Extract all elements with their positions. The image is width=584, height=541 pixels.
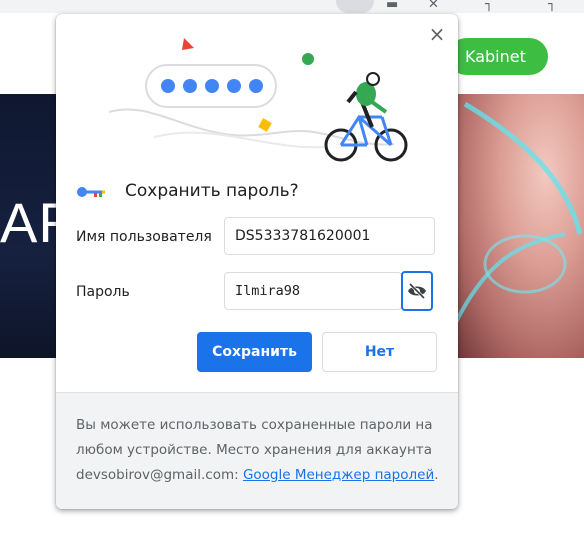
browser-close-window-icon[interactable]: ✕ (428, 0, 439, 12)
password-field[interactable]: Ilmira98 (224, 272, 402, 310)
password-label: Пароль (76, 284, 130, 300)
cabinet-button[interactable]: Kabinet (448, 38, 548, 75)
footer-period: . (434, 467, 439, 483)
username-label: Имя пользователя (76, 229, 212, 245)
browser-menu-icon[interactable]: ▬ (386, 0, 398, 12)
username-field[interactable]: DS5333781620001 (224, 217, 435, 255)
password-key-icon (77, 187, 105, 197)
eye-off-icon (408, 283, 426, 299)
browser-toolbar-strip: ▬ ✕ ┐ ┐ (0, 0, 584, 13)
dialog-footer: Вы можете использовать сохраненные парол… (56, 392, 458, 509)
no-button[interactable]: Нет (322, 332, 437, 372)
browser-profile-button[interactable] (336, 0, 374, 13)
dialog-title: Сохранить пароль? (125, 181, 299, 201)
save-button[interactable]: Сохранить (197, 332, 312, 372)
hero-glow-graphic (455, 101, 583, 325)
footer-text: Вы можете использовать сохраненные парол… (76, 413, 442, 488)
browser-extension-icon[interactable]: ┐ (485, 0, 493, 12)
password-manager-link[interactable]: Google Менеджер паролей (243, 467, 434, 483)
password-illustration (108, 38, 408, 162)
toggle-password-visibility-button[interactable] (401, 271, 433, 311)
save-password-dialog: × Сохранить пароль? Имя пользователя DS5… (56, 14, 458, 509)
browser-overflow-icon[interactable]: ┐ (548, 0, 556, 12)
close-icon[interactable]: × (425, 23, 449, 47)
hero-image (455, 94, 584, 358)
